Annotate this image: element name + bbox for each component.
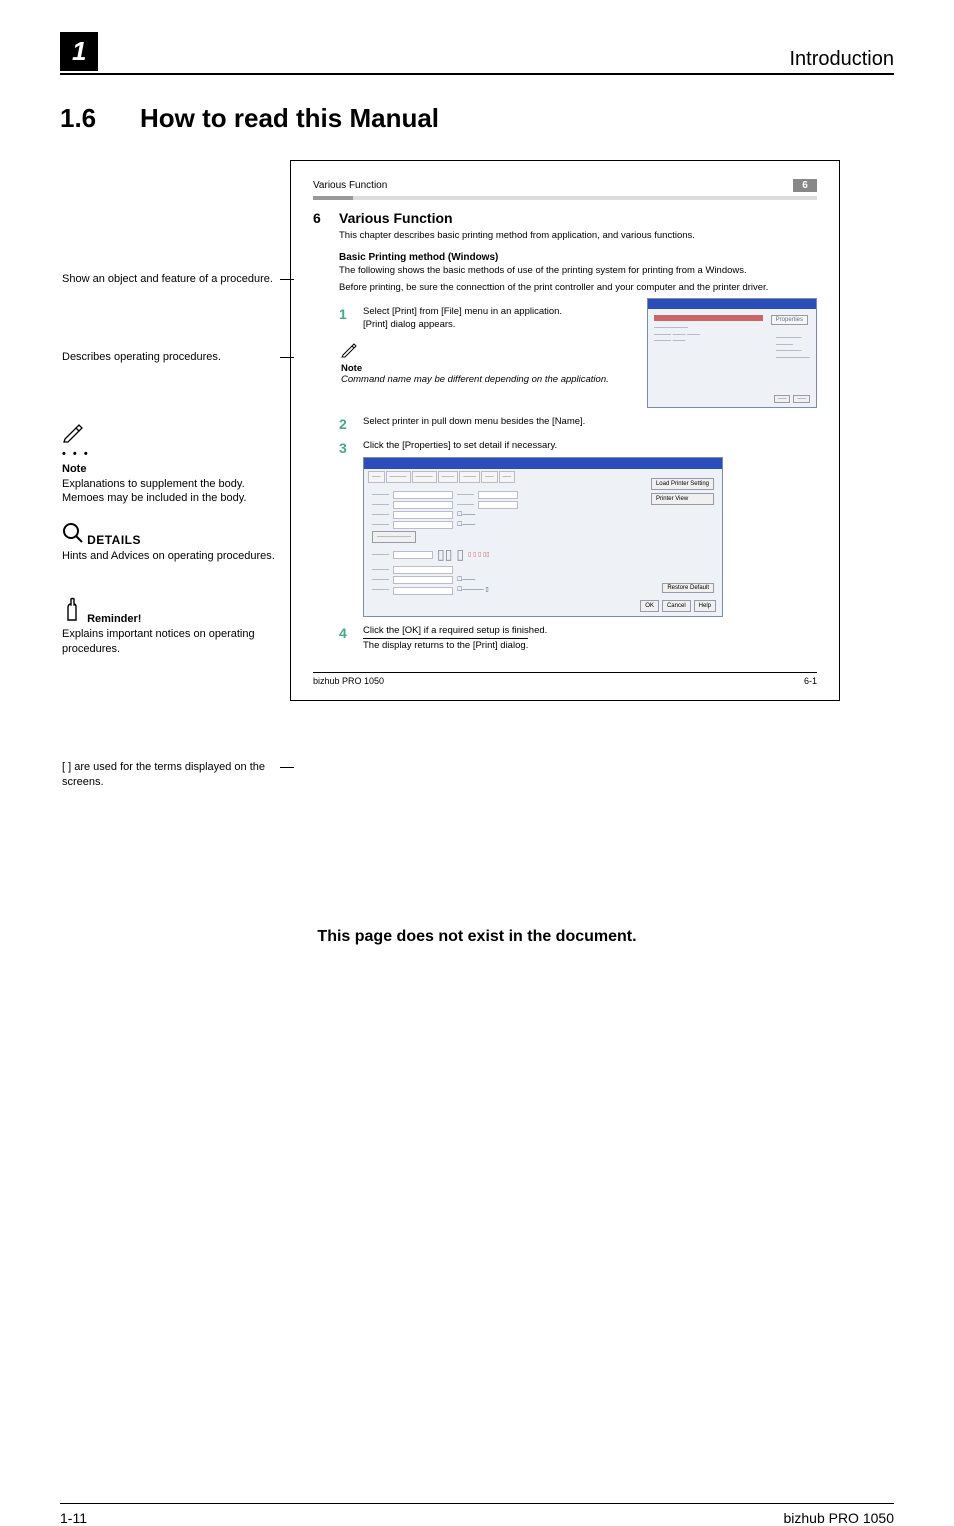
callout-note: • • • Note Explanations to supplement th…	[62, 422, 282, 506]
pen-icon	[341, 345, 357, 362]
callout-show-object: Show an object and feature of a procedur…	[62, 272, 282, 287]
page: 1 Introduction 1.6How to read this Manua…	[0, 0, 954, 986]
help-button[interactable]: Help	[694, 600, 716, 612]
nonexist-note: This page does not exist in the document…	[60, 928, 894, 946]
screenshot-print-dialog: Properties ──────── ──── ─── ─── ──── ──…	[647, 298, 817, 408]
sample-para: The following shows the basic methods of…	[339, 265, 817, 277]
step-text: Click the [OK] if a required setup is fi…	[363, 625, 817, 638]
page-number: 1-11	[60, 1510, 87, 1526]
reminder-label: Reminder!	[87, 613, 141, 625]
step-text: Click the [Properties] to set detail if …	[363, 440, 817, 453]
sample-h1: Various Function	[339, 210, 817, 226]
sample-page: Various Function 6 6 Various Function Th…	[290, 160, 840, 701]
running-head-tab: 6	[793, 179, 817, 192]
diagram: Show an object and feature of a procedur…	[60, 160, 894, 900]
details-label: DETAILS	[87, 533, 141, 547]
magnifier-icon	[62, 522, 84, 544]
callout-describes: Describes operating procedures.	[62, 350, 282, 365]
product-name: bizhub PRO 1050	[783, 1510, 894, 1526]
section-title: How to read this Manual	[140, 103, 439, 133]
ok-button[interactable]: OK	[640, 600, 659, 612]
sample-step: 3 Click the [Properties] to set detail i…	[339, 440, 817, 617]
step-text: Select printer in pull down menu besides…	[363, 416, 817, 429]
printer-view-button[interactable]: Printer View	[651, 493, 714, 505]
section-label: Introduction	[789, 48, 894, 71]
step-number: 3	[339, 440, 353, 456]
section-number: 1.6	[60, 103, 140, 134]
chapter-badge: 1	[60, 32, 98, 71]
callout-reminder: Reminder! Explains important notices on …	[62, 596, 282, 657]
cancel-button[interactable]: Cancel	[662, 600, 691, 612]
pen-icon	[62, 422, 82, 442]
screenshot-properties-dialog: ──────────────────── Load Printer Settin…	[363, 457, 723, 617]
section-heading: 1.6How to read this Manual	[60, 103, 894, 134]
callouts-column: Show an object and feature of a procedur…	[60, 160, 290, 900]
sample-foot-right: 6-1	[804, 676, 817, 686]
sample-para: Before printing, be sure the connecttion…	[339, 282, 817, 294]
hand-icon	[62, 596, 84, 622]
step-text: The display returns to the [Print] dialo…	[363, 638, 528, 653]
step-text: Select [Print] from [File] menu in an ap…	[363, 306, 637, 319]
callout-text: Describes operating procedures.	[62, 351, 221, 363]
ellipsis-icon: • • •	[62, 448, 90, 460]
running-head-text: Various Function	[313, 180, 387, 191]
step-number: 4	[339, 625, 353, 641]
callout-text: [ ] are used for the terms displayed on …	[62, 761, 265, 788]
header-bar: 1 Introduction	[60, 32, 894, 75]
sample-note-label: Note	[341, 363, 362, 374]
callout-text: Show an object and feature of a procedur…	[62, 273, 273, 285]
step-text: [Print] dialog appears.	[363, 319, 637, 332]
load-printer-setting-button[interactable]: Load Printer Setting	[651, 478, 714, 490]
note-label: Note	[62, 463, 86, 475]
restore-default-button[interactable]: Restore Default	[662, 583, 714, 593]
sample-intro: This chapter describes basic printing me…	[339, 230, 817, 242]
sample-note-block: Note Command name may be different depen…	[341, 342, 637, 386]
callout-brackets: [ ] are used for the terms displayed on …	[62, 760, 282, 790]
sample-chapter-number: 6	[313, 210, 325, 652]
sample-running-head: Various Function 6	[313, 179, 817, 192]
step-number: 1	[339, 306, 353, 322]
sample-foot-left: bizhub PRO 1050	[313, 676, 384, 686]
sample-step: 4 Click the [OK] if a required setup is …	[339, 625, 817, 653]
sample-note-body: Command name may be different depending …	[341, 374, 637, 386]
sample-subheading: Basic Printing method (Windows)	[339, 252, 817, 263]
note-body: Explanations to supplement the body. Mem…	[62, 478, 246, 505]
sample-step: 2 Select printer in pull down menu besid…	[339, 416, 817, 432]
sample-step: 1 Select [Print] from [File] menu in an …	[339, 306, 637, 332]
sample-body: 6 Various Function This chapter describe…	[313, 210, 817, 652]
sample-footer: bizhub PRO 1050 6-1	[313, 672, 817, 686]
details-body: Hints and Advices on operating procedure…	[62, 550, 275, 562]
sample-divider	[313, 196, 817, 200]
step-number: 2	[339, 416, 353, 432]
page-footer: 1-11 bizhub PRO 1050	[60, 1503, 894, 1526]
reminder-body: Explains important notices on operating …	[62, 628, 255, 655]
callout-details: DETAILS Hints and Advices on operating p…	[62, 522, 282, 564]
